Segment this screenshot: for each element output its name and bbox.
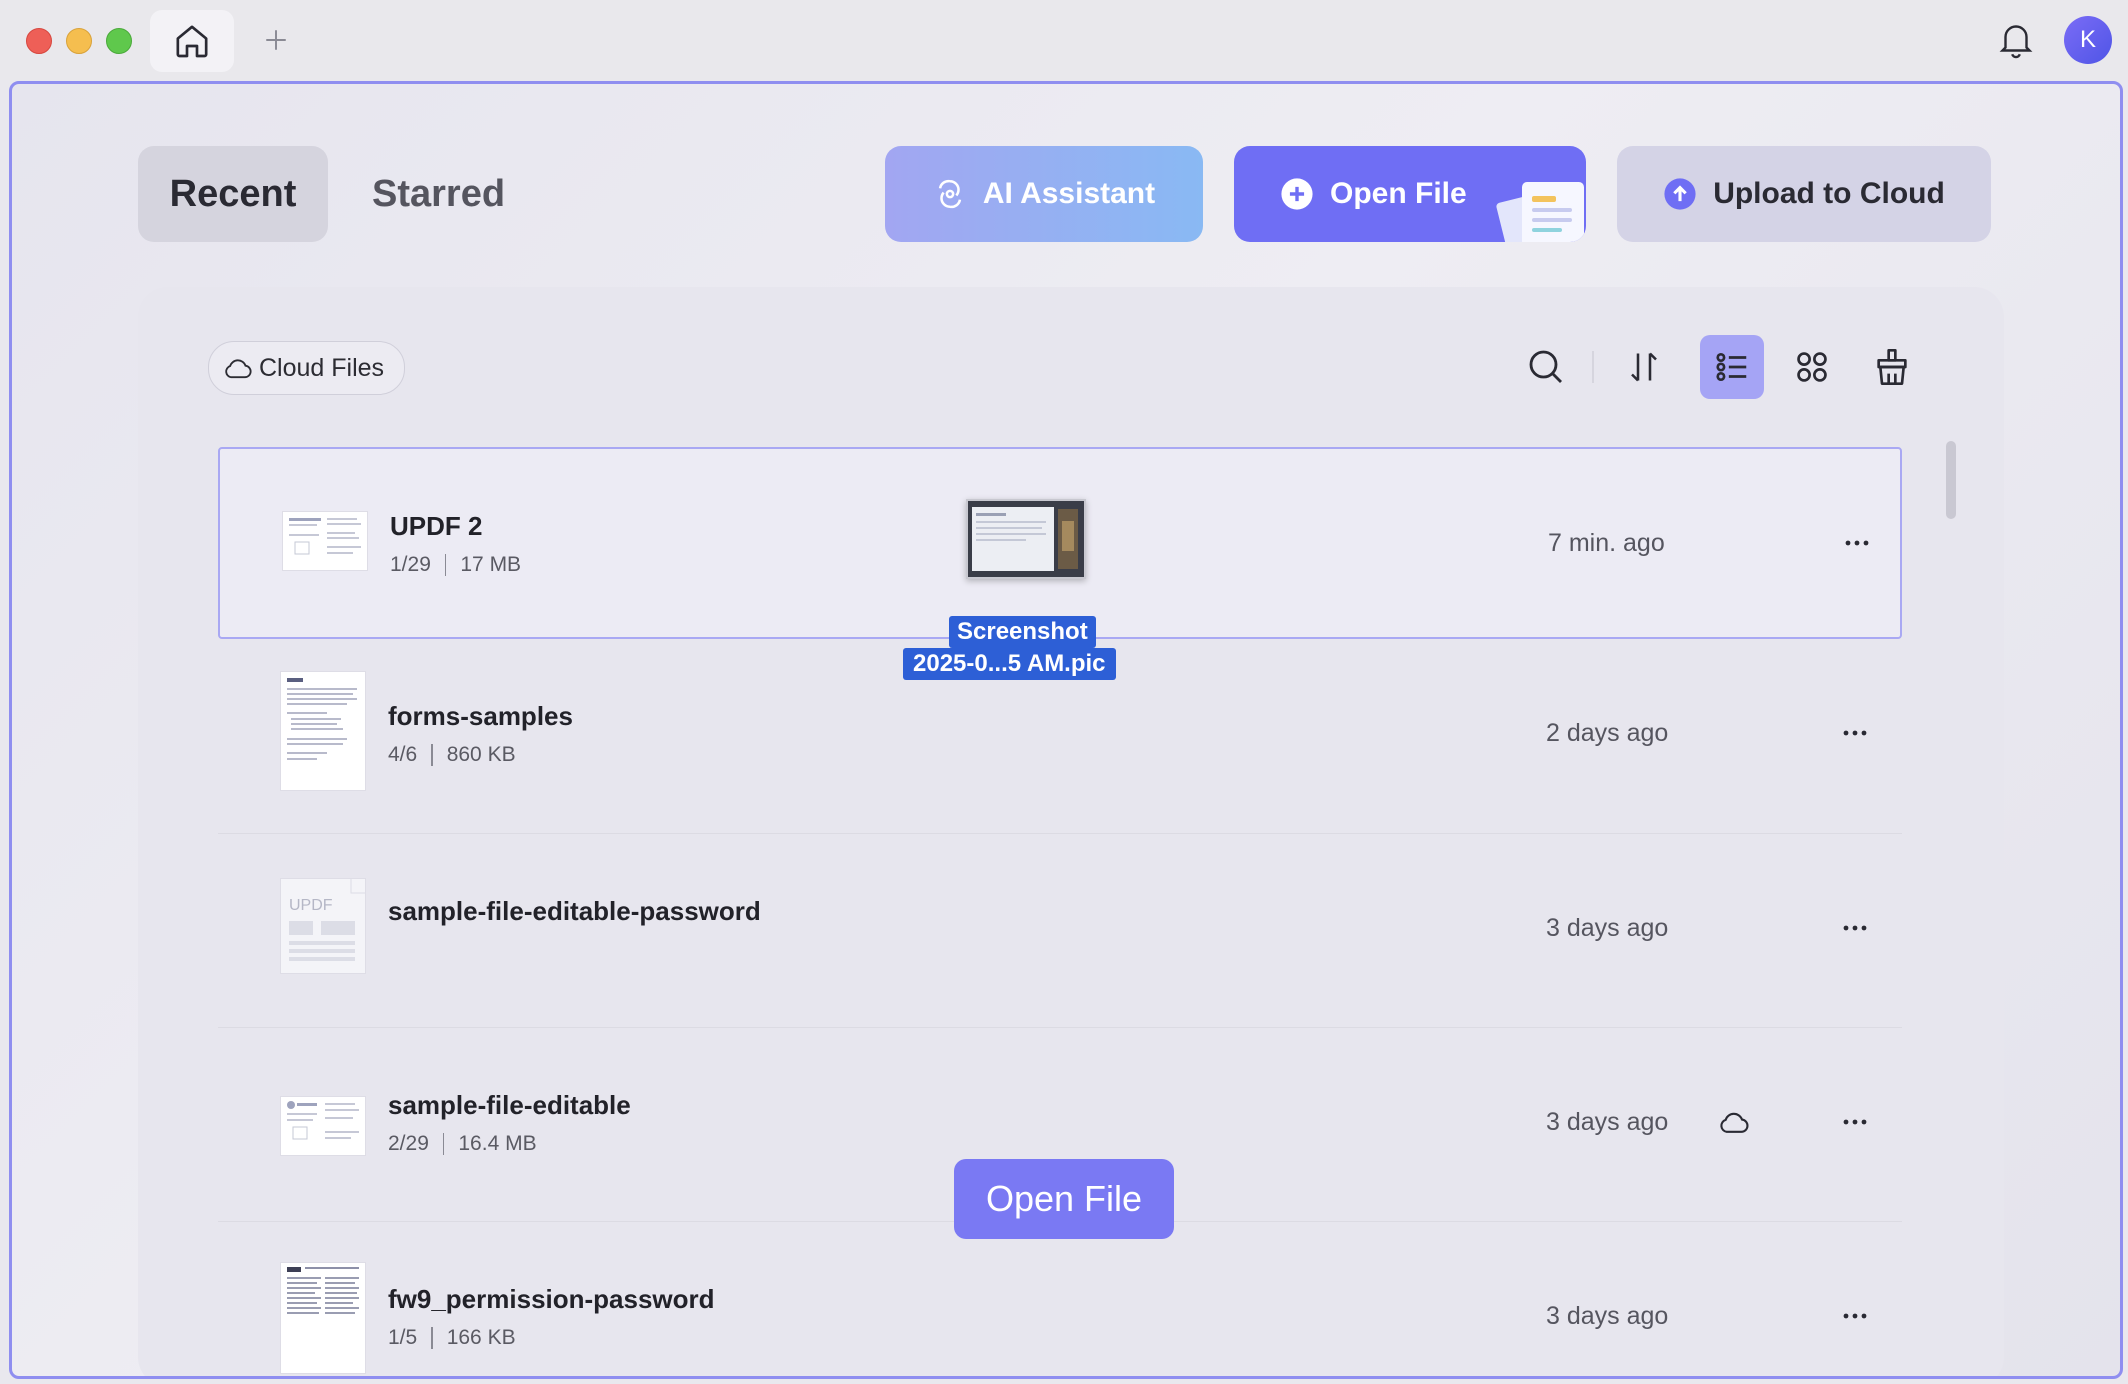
home-icon	[176, 25, 208, 58]
file-name: forms-samples	[388, 701, 573, 731]
ai-assistant-label: AI Assistant	[982, 177, 1156, 210]
scrollbar-thumb[interactable]	[1946, 441, 1956, 519]
more-options-button[interactable]	[1830, 1102, 1880, 1142]
ai-icon	[938, 179, 962, 209]
file-time: 3 days ago	[1546, 1302, 1669, 1330]
file-time: 3 days ago	[1546, 914, 1669, 942]
thumbnail-text: UPDF	[289, 897, 333, 914]
upload-icon	[1664, 178, 1696, 210]
more-options-button[interactable]	[1830, 1296, 1880, 1336]
file-pages: 1/5	[388, 1326, 418, 1349]
maximize-window-button[interactable]	[106, 28, 132, 54]
cloud-files-button[interactable]: Cloud Files	[208, 341, 406, 395]
tab-starred[interactable]: Starred	[372, 146, 505, 242]
file-thumbnail	[282, 511, 368, 571]
cloud-sync-status	[1714, 1102, 1754, 1142]
placeholder-document-icon	[289, 879, 365, 961]
file-time: 2 days ago	[1546, 719, 1669, 747]
file-name: sample-file-editable	[388, 1090, 631, 1120]
clean-button[interactable]	[1860, 335, 1924, 399]
bell-icon	[1999, 25, 2033, 59]
title-bar: K	[0, 0, 2128, 80]
screenshot-thumbnail	[968, 501, 1084, 577]
clean-icon	[1877, 349, 1907, 385]
drop-open-file-button[interactable]: Open File	[954, 1159, 1174, 1239]
more-options-button[interactable]	[1830, 908, 1880, 948]
cloud-files-label: Cloud Files	[259, 353, 385, 382]
meta-divider	[442, 1133, 445, 1155]
dragged-file-preview	[966, 499, 1086, 579]
more-icon	[1843, 1119, 1867, 1125]
documents-illustration	[1496, 182, 1584, 242]
file-name: fw9_permission-password	[388, 1284, 715, 1314]
file-name: UPDF 2	[390, 511, 483, 541]
more-options-button[interactable]	[1832, 523, 1882, 563]
file-pages: 4/6	[388, 743, 418, 766]
file-thumbnail	[280, 1262, 366, 1374]
ai-assistant-button[interactable]: AI Assistant	[885, 146, 1203, 242]
file-size: 17 MB	[460, 553, 522, 576]
minimize-window-button[interactable]	[66, 28, 92, 54]
list-item[interactable]: fw9_permission-password 1/5 166 KB 3 days…	[218, 1222, 1902, 1376]
file-thumbnail	[280, 671, 366, 791]
search-button[interactable]	[1514, 335, 1578, 399]
file-size: 860 KB	[446, 743, 516, 766]
meta-divider	[431, 1327, 433, 1349]
file-name: sample-file-editable-password	[388, 896, 761, 926]
more-icon	[1845, 540, 1869, 546]
file-meta: 2/29 16.4 MB	[388, 1132, 537, 1156]
sort-icon	[1631, 352, 1657, 382]
file-meta: 4/6 860 KB	[388, 743, 516, 767]
more-icon	[1843, 1313, 1867, 1319]
open-file-label: Open File	[1330, 177, 1467, 210]
tab-recent[interactable]: Recent	[138, 146, 328, 242]
home-tab[interactable]	[150, 10, 234, 72]
meta-divider	[431, 744, 433, 766]
more-icon	[1843, 925, 1867, 931]
file-thumbnail: UPDF	[280, 878, 366, 974]
file-pages: 1/29	[390, 553, 431, 576]
meta-divider	[444, 554, 447, 576]
dragged-file-name-line1: Screenshot	[949, 616, 1096, 648]
file-time: 7 min. ago	[1548, 529, 1665, 557]
file-size: 16.4 MB	[458, 1132, 537, 1155]
cloud-icon	[225, 359, 252, 379]
sort-button[interactable]	[1612, 335, 1676, 399]
document-preview	[289, 518, 361, 555]
file-size: 166 KB	[446, 1326, 516, 1349]
toolbar-divider	[1592, 351, 1594, 383]
document-preview	[287, 1267, 359, 1314]
more-options-button[interactable]	[1830, 713, 1880, 753]
dragged-file-name-line2: 2025-0...5 AM.pic	[903, 648, 1116, 680]
notifications-button[interactable]	[1994, 18, 2038, 62]
upload-to-cloud-button[interactable]: Upload to Cloud	[1617, 146, 1991, 242]
document-preview	[287, 678, 357, 760]
file-time: 3 days ago	[1546, 1108, 1669, 1136]
search-icon	[1529, 350, 1563, 384]
file-meta: 1/5 166 KB	[388, 1326, 516, 1350]
open-file-button[interactable]: Open File	[1234, 146, 1586, 242]
cloud-icon	[1720, 1112, 1749, 1133]
grid-view-icon	[1797, 352, 1827, 382]
file-thumbnail	[280, 1096, 366, 1156]
upload-to-cloud-label: Upload to Cloud	[1713, 177, 1945, 210]
new-tab-button[interactable]	[256, 20, 296, 60]
file-meta: 1/29 17 MB	[390, 553, 521, 577]
list-item[interactable]: UPDF sample-file-editable-password 3 day…	[218, 834, 1902, 1028]
more-icon	[1843, 730, 1867, 736]
avatar[interactable]: K	[2064, 16, 2112, 64]
file-pages: 2/29	[388, 1132, 429, 1155]
close-window-button[interactable]	[26, 28, 52, 54]
document-preview	[287, 1101, 359, 1140]
grid-view-button[interactable]	[1780, 335, 1844, 399]
plus-circle-icon	[1281, 178, 1313, 210]
plus-icon	[266, 30, 286, 50]
file-list: UPDF 2 1/29 17 MB 7 min. ago forms-sampl…	[218, 447, 1902, 1376]
scrollbar[interactable]	[1942, 437, 1960, 1376]
list-view-button[interactable]	[1700, 335, 1764, 399]
list-view-icon	[1716, 352, 1747, 382]
